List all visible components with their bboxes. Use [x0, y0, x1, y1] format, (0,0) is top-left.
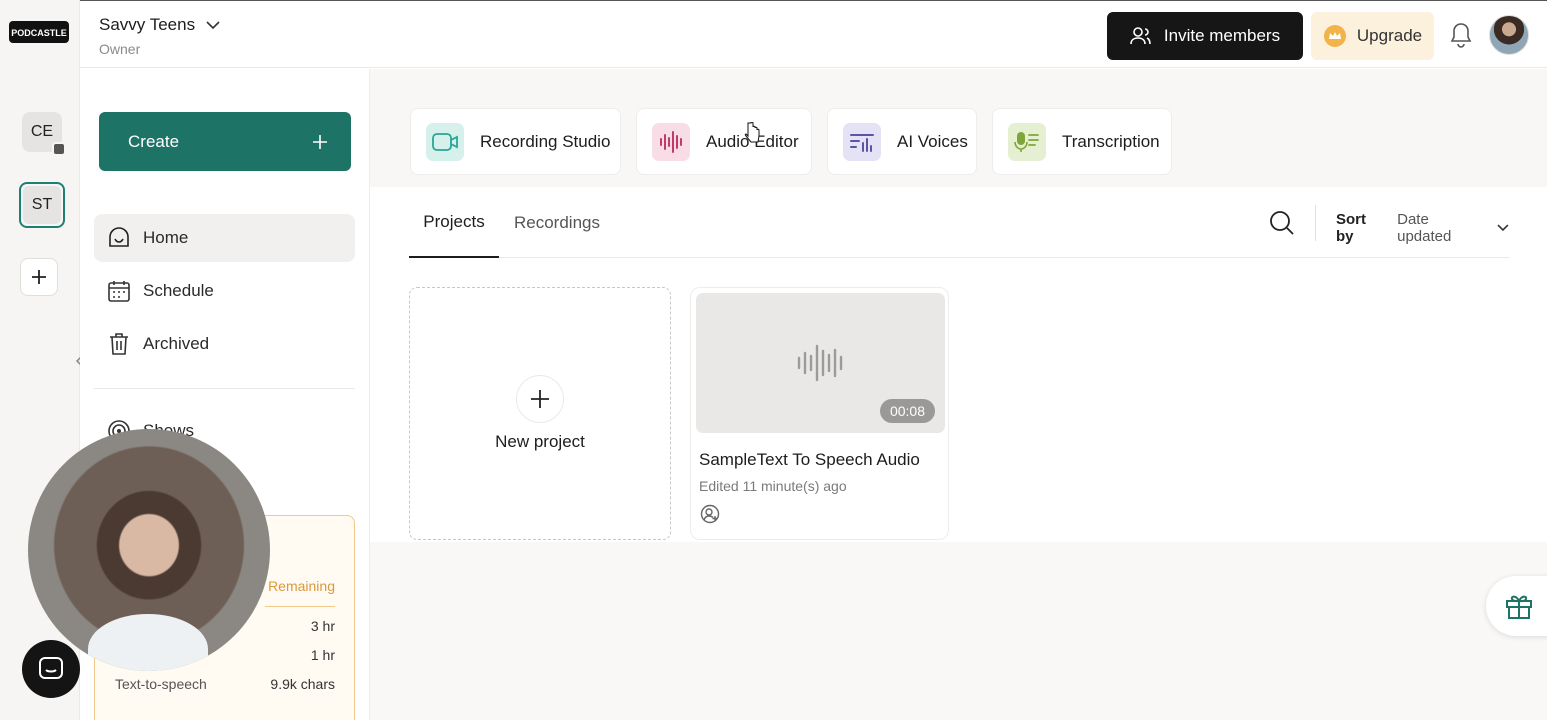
team-switcher[interactable]: Savvy Teens — [99, 15, 221, 35]
usage-remaining-label: Remaining — [268, 578, 335, 594]
podcastle-logo[interactable]: PODCASTLE — [8, 18, 70, 48]
usage-divider — [265, 606, 335, 607]
trash-icon — [110, 333, 128, 355]
sort-value: Date updated — [1397, 211, 1452, 245]
plus-icon — [32, 270, 46, 284]
invite-members-button[interactable]: Invite members — [1107, 12, 1303, 60]
tool-transcription[interactable]: Transcription — [992, 108, 1172, 175]
mouse-cursor-icon — [744, 122, 760, 143]
usage-row-value: 9.9k chars — [270, 676, 335, 692]
sidebar-divider — [94, 388, 355, 389]
add-collaborator-icon[interactable] — [700, 504, 720, 524]
create-button[interactable]: Create — [99, 112, 351, 171]
workspace-initials: CE — [30, 123, 54, 140]
upgrade-label: Upgrade — [1356, 26, 1423, 45]
sort-label: Sort by — [1336, 211, 1366, 245]
webcam-overlay[interactable] — [28, 429, 270, 671]
project-card[interactable]: 00:08 SampleText To Speech Audio Edited … — [690, 287, 949, 540]
chat-support-button[interactable] — [22, 640, 80, 698]
main-area: Recording Studio Audio Editor AI Voices … — [370, 69, 1547, 720]
projects-content: Projects Recordings Sort by Date updated… — [370, 187, 1547, 720]
usage-row-label: Text-to-speech — [115, 676, 207, 692]
new-project-card[interactable]: New project — [409, 287, 671, 540]
ai-voice-icon — [843, 122, 881, 161]
tool-recording-studio[interactable]: Recording Studio — [410, 108, 621, 175]
workspace-ce[interactable]: CE — [22, 112, 66, 156]
new-project-label: New project — [495, 432, 585, 451]
plus-icon — [516, 375, 564, 423]
tool-ai-voices[interactable]: AI Voices — [827, 108, 977, 175]
workspace-st[interactable]: ST — [19, 182, 65, 228]
sidebar-item-archived[interactable]: Archived — [94, 320, 355, 368]
workspace-status-badge — [52, 142, 66, 156]
team-name: Savvy Teens — [99, 15, 196, 34]
chevron-down-icon — [206, 21, 220, 30]
microphone-text-icon — [1008, 122, 1046, 161]
tool-shortcuts: Recording Studio Audio Editor AI Voices … — [370, 69, 1547, 187]
gift-button[interactable] — [1486, 576, 1547, 636]
video-camera-icon — [426, 122, 464, 161]
team-role: Owner — [99, 41, 141, 57]
content-background — [370, 542, 1547, 720]
usage-row: Text-to-speech 9.9k chars — [115, 676, 335, 692]
tab-projects[interactable]: Projects — [409, 187, 499, 258]
duration-badge: 00:08 — [879, 399, 935, 423]
svg-text:PODCASTLE: PODCASTLE — [11, 28, 67, 38]
usage-row-value: 3 hr — [310, 618, 335, 634]
sidebar-item-schedule[interactable]: Schedule — [94, 267, 355, 315]
gift-icon — [1506, 595, 1532, 619]
invite-members-label: Invite members — [1163, 26, 1281, 45]
search-icon[interactable] — [1269, 210, 1295, 236]
sidebar-item-label: Home — [143, 228, 189, 247]
workspace-initials: ST — [23, 186, 61, 224]
tool-audio-editor[interactable]: Audio Editor — [636, 108, 812, 175]
top-header: Savvy Teens Owner Invite members Upgrade — [80, 0, 1547, 68]
home-icon — [109, 227, 129, 247]
sidebar-item-label: Archived — [143, 334, 210, 353]
crown-icon — [1323, 25, 1346, 47]
sidebar-item-label: Schedule — [143, 281, 214, 300]
upgrade-button[interactable]: Upgrade — [1311, 12, 1434, 60]
webcam-shirt — [88, 614, 208, 671]
sidebar-item-home[interactable]: Home — [94, 214, 355, 262]
waveform-icon — [652, 122, 690, 161]
project-edited-time: Edited 11 minute(s) ago — [699, 478, 847, 494]
tool-label: Transcription — [1062, 131, 1160, 151]
tool-label: AI Voices — [897, 131, 968, 151]
project-tabs: Projects Recordings Sort by Date updated — [409, 187, 1510, 258]
project-title: SampleText To Speech Audio — [699, 450, 920, 469]
user-avatar[interactable] — [1489, 15, 1529, 55]
usage-row-value: 1 hr — [310, 647, 335, 663]
chevron-down-icon — [1497, 224, 1509, 232]
chat-icon — [39, 657, 63, 679]
add-workspace-button[interactable] — [20, 258, 58, 296]
toolbar-divider — [1315, 205, 1316, 241]
waveform-icon — [797, 344, 843, 382]
tool-label: Recording Studio — [480, 131, 611, 151]
project-thumbnail: 00:08 — [696, 293, 945, 433]
create-label: Create — [128, 131, 180, 151]
calendar-icon — [108, 281, 130, 302]
users-icon — [1130, 27, 1151, 45]
notification-bell-icon[interactable] — [1448, 21, 1474, 49]
sort-dropdown[interactable]: Sort by Date updated — [1336, 211, 1510, 245]
tab-recordings[interactable]: Recordings — [514, 187, 600, 258]
plus-icon — [313, 134, 327, 149]
